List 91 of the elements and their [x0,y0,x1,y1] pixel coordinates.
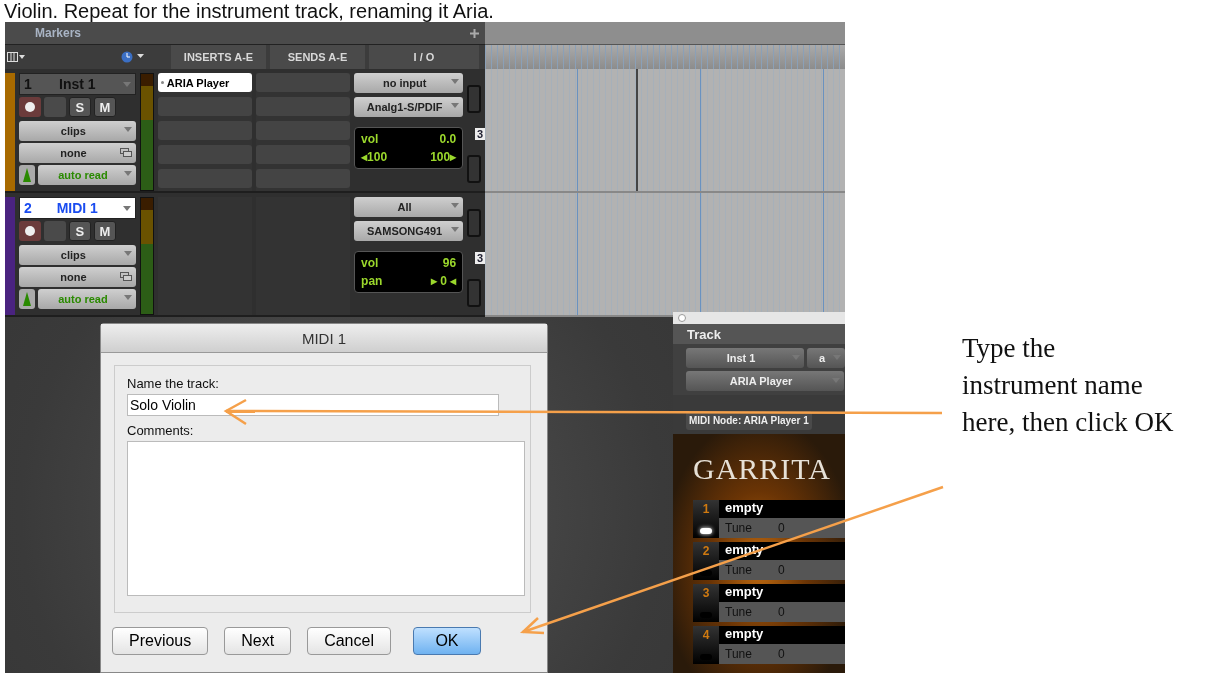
playlist-dropdown[interactable]: clips [18,121,136,141]
caret-icon [123,251,132,256]
solo-button[interactable]: S [68,221,91,241]
slot-number: 2 [702,544,710,558]
dialog-title: MIDI 1 [101,324,547,353]
caret-icon [451,227,460,232]
close-icon[interactable] [678,314,686,322]
playlist-dropdown[interactable]: clips [18,245,136,265]
input-monitor-button[interactable] [43,221,66,241]
mute-button[interactable]: M [93,97,116,117]
windows-icon [119,272,132,281]
section-label: Track [673,324,845,344]
caret-icon [451,203,460,208]
plus-icon[interactable] [470,28,479,38]
slot-name: empty [719,500,845,518]
param-label: Tune [725,521,752,535]
brand-logo-text: GARRITA [693,452,832,486]
caret-icon [123,127,132,132]
column-header: SENDS A-E [270,45,365,69]
record-button[interactable] [18,221,41,241]
markers-label: Markers [35,26,82,40]
group-button[interactable]: none [18,143,136,163]
param-value: 0 [777,563,785,577]
record-icon [24,226,35,236]
input-dropdown[interactable]: no input [354,73,464,93]
resize-handle[interactable] [467,155,482,183]
figure-icon [22,168,31,182]
readout-text: 0.0 [439,131,457,148]
mute-button[interactable]: M [93,221,116,241]
figure-icon [22,292,31,306]
clock-icon[interactable] [121,51,145,63]
dialog-button[interactable]: OK [412,627,481,655]
plugin-dropdown[interactable]: ARIA Player [686,371,844,391]
param-label: Tune [725,647,752,661]
track-name-field[interactable]: 2 MIDI 1 [18,197,136,219]
caret-icon [122,205,131,211]
resize-handle[interactable] [467,209,482,237]
readout-text: 96 [442,255,457,272]
readout-text: vol [361,255,379,272]
param-label: Tune [725,563,752,577]
param-label: Tune [725,605,752,619]
column-header: I / O [369,45,479,69]
param-value: 0 [777,605,785,619]
readout-text: ◂100 [361,149,388,166]
dialog-button[interactable]: Previous [112,627,209,655]
automation-button[interactable] [18,289,35,309]
slot-name: empty [719,626,845,644]
output-dropdown[interactable]: Analg1-S/PDIF [354,97,464,117]
instrument-slot[interactable]: 1 empty Tune 0 [693,500,845,538]
slot-number: 3 [702,586,710,600]
track-dropdown[interactable]: Inst 1 [686,348,805,368]
insert-dropdown[interactable]: a [807,348,845,368]
param-value: 0 [777,521,785,535]
dialog-button[interactable]: Cancel [307,627,391,655]
height-label: 3 [474,128,485,140]
field-label: Comments: [127,423,195,438]
caret-icon [451,103,460,108]
readout-text: 100▸ [430,149,457,166]
caret-icon [123,171,132,176]
record-icon [24,102,35,112]
slot-number: 4 [702,628,710,642]
columns-icon[interactable] [7,52,25,62]
input-monitor-button[interactable] [43,97,66,117]
field-label: Name the track: [127,376,220,391]
caret-icon [122,81,131,87]
insert-slot[interactable]: ARIA Player [157,73,252,92]
readout-text: pan [361,273,383,290]
group-button[interactable]: none [18,267,136,287]
readout-text: ▸ 0 ◂ [430,273,457,290]
column-header: INSERTS A-E [171,45,266,69]
instrument-slot[interactable]: 3 empty Tune 0 [693,584,845,622]
resize-handle[interactable] [467,279,482,307]
annotation-text: Type the instrument name here, then click OK [962,332,1175,439]
output-dropdown[interactable]: SAMSONG491 [354,221,464,241]
caret-icon [123,295,132,300]
caret-icon [451,79,460,84]
param-value: 0 [777,647,785,661]
windows-icon [119,148,132,157]
resize-handle[interactable] [467,85,482,113]
instruction-heading: Violin. Repeat for the instrument track, renaming it Aria. [3,0,494,22]
input-dropdown[interactable]: All [354,197,464,217]
height-label: 3 [474,252,485,264]
instrument-slot[interactable]: 4 empty Tune 0 [693,626,845,664]
solo-button[interactable]: S [68,97,91,117]
slot-number: 1 [702,502,710,516]
record-button[interactable] [18,97,41,117]
slot-name: empty [719,584,845,602]
readout-text: vol [361,131,379,148]
automation-button[interactable] [18,165,35,185]
comments-field[interactable] [127,441,525,596]
dialog-button[interactable]: Next [224,627,292,655]
